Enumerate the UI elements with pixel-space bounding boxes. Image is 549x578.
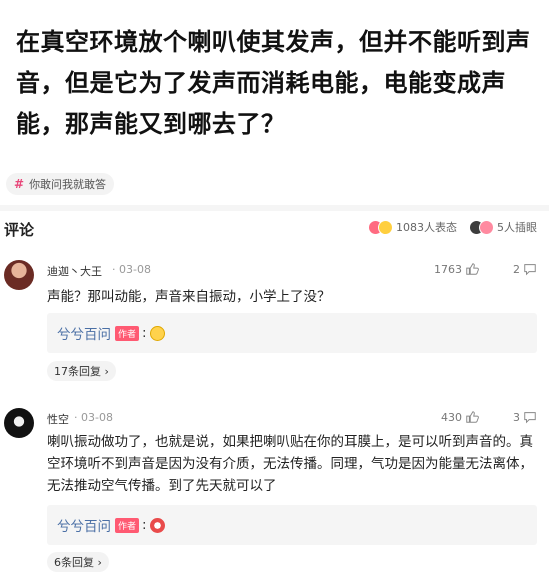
view-replies-button[interactable]: 17条回复 › (47, 361, 116, 381)
peek-count: 5人插眼 (497, 221, 537, 234)
reply-button[interactable]: 3 (513, 410, 537, 424)
thumbs-up-icon (466, 263, 479, 275)
comments-header: 评论 1083人表态 5人插眼 (0, 211, 549, 245)
hash-icon: # (14, 177, 25, 191)
like-button[interactable]: 430 (441, 410, 479, 424)
like-count: 1763 (434, 262, 462, 276)
like-count: 430 (441, 410, 462, 424)
sub-reply-author[interactable]: 兮兮百问 (57, 323, 111, 343)
like-button[interactable]: 1763 (434, 262, 479, 276)
comment-text: 喇叭振动做功了，也就是说，如果把喇叭贴在你的耳膜上，是可以听到声音的。真空环境听… (47, 434, 533, 494)
peek-emoji-icon (479, 219, 494, 235)
sub-reply-colon: : (142, 517, 147, 533)
comment-date: · 03-08 (74, 411, 113, 424)
avatar[interactable] (4, 260, 34, 290)
sub-reply-box[interactable]: 兮兮百问 作者 : (47, 505, 537, 545)
reaction-count: 1083人表态 (396, 221, 457, 234)
clown-face-icon (149, 517, 165, 533)
thumbs-up-icon (466, 411, 479, 423)
author-badge: 作者 (115, 325, 140, 341)
reactions-bar[interactable]: 1083人表态 5人插眼 (368, 219, 537, 235)
laugh-emoji-icon (378, 219, 393, 235)
reply-count: 2 (513, 262, 520, 276)
question-title: 在真空环境放个喇叭使其发声，但并不能听到声音，但是它为了发声而消耗电能，电能变成… (16, 28, 531, 138)
reply-button[interactable]: 2 (513, 262, 537, 276)
sub-reply-box[interactable]: 兮兮百问 作者 : (47, 313, 537, 353)
comment-bubble-icon (524, 264, 536, 276)
comment-date: · 03-08 (112, 263, 151, 276)
laughing-face-icon (149, 325, 165, 341)
comment-bubble-icon (524, 412, 536, 424)
view-replies-button[interactable]: 6条回复 › (47, 552, 109, 572)
comments-title: 评论 (4, 221, 35, 239)
author-badge: 作者 (115, 517, 140, 533)
comment-username[interactable]: 性空 (47, 411, 69, 427)
comment-text: 声能？那叫动能，声音来自振动，小学上了没？ (47, 289, 331, 305)
sub-reply-colon: : (142, 325, 147, 341)
comment-username[interactable]: 迪迦丶大王 (47, 263, 102, 279)
topic-tag-label: 你敢问我就敢答 (29, 178, 107, 191)
avatar[interactable] (4, 408, 34, 438)
reply-count: 3 (513, 410, 520, 424)
topic-tag[interactable]: # 你敢问我就敢答 (6, 173, 115, 195)
sub-reply-author[interactable]: 兮兮百问 (57, 515, 111, 535)
